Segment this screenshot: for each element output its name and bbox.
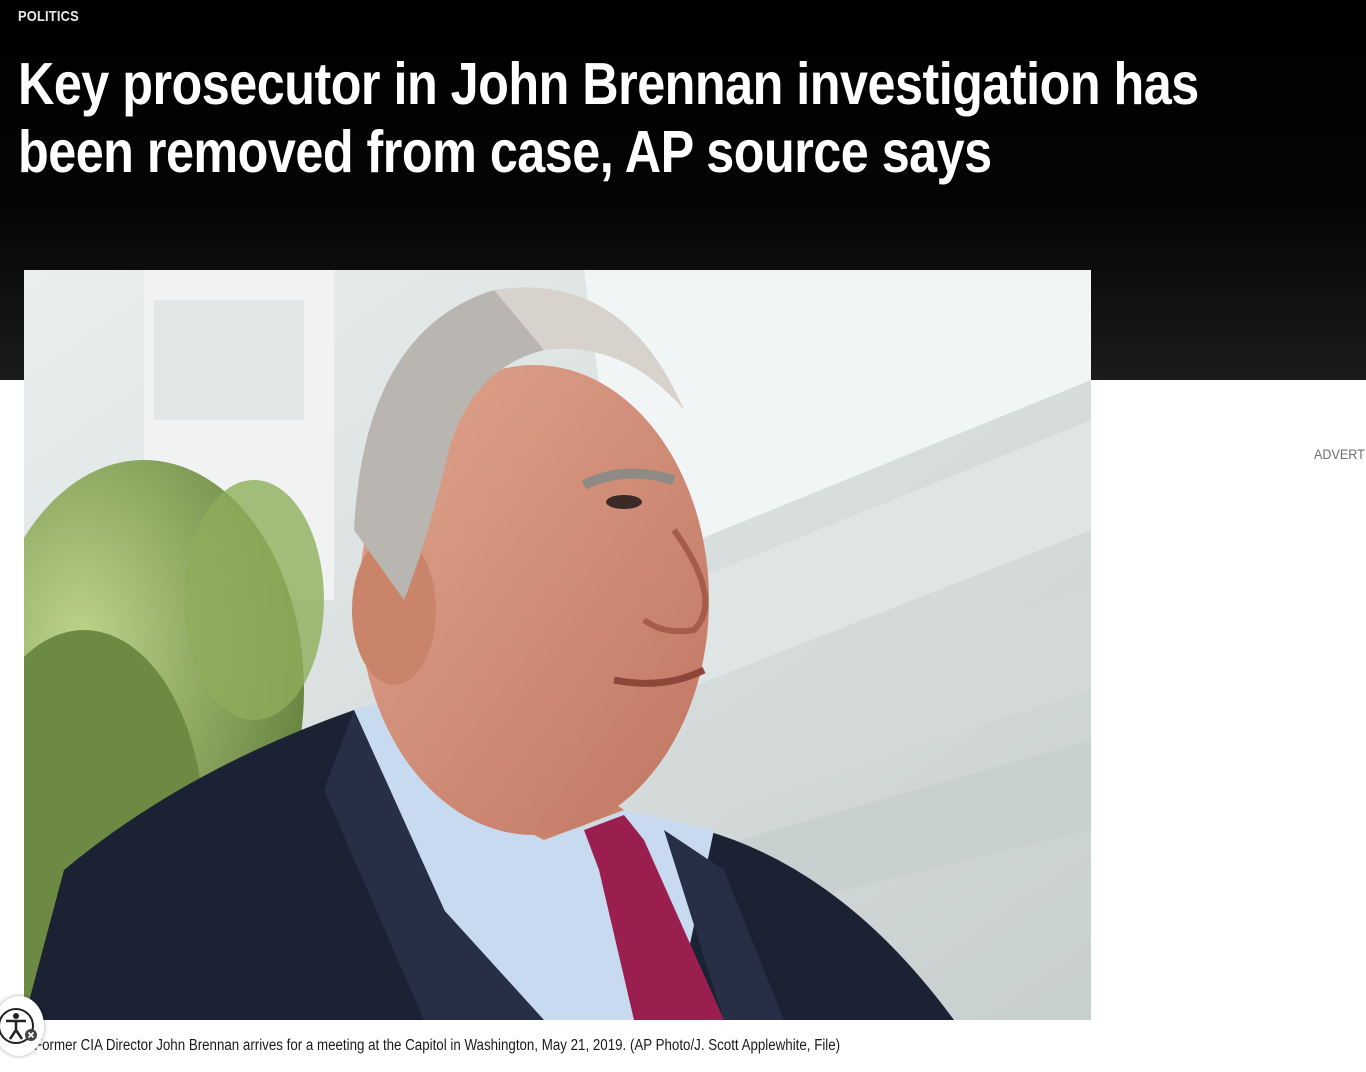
accessibility-button[interactable]	[0, 996, 44, 1056]
section-label-politics[interactable]: POLITICS	[18, 8, 79, 25]
advertisement-label: ADVERTISEMENT	[1314, 446, 1366, 462]
article-photo-illustration	[24, 270, 1091, 1020]
close-icon[interactable]	[24, 1028, 38, 1042]
photo-caption: Former CIA Director John Brennan arrives…	[34, 1037, 841, 1054]
article-photo[interactable]	[24, 270, 1091, 1020]
article-headline: Key prosecutor in John Brennan investiga…	[18, 51, 1199, 185]
accessibility-person-icon	[0, 1008, 34, 1044]
